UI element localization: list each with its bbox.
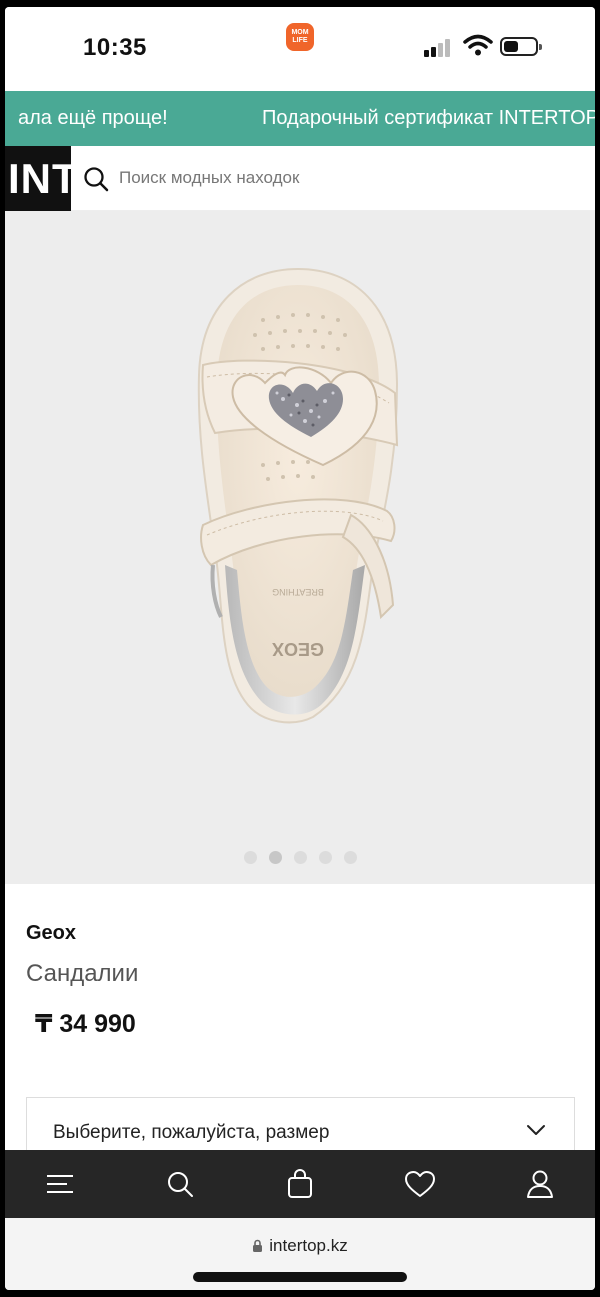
gallery-dot[interactable] <box>343 851 357 864</box>
product-type: Сандалии <box>26 960 139 987</box>
svg-text:BREATHING: BREATHING <box>272 587 324 597</box>
gallery-pagination <box>5 851 595 864</box>
site-header: INTERTOP <box>5 146 595 211</box>
home-indicator[interactable] <box>193 1272 407 1282</box>
cellular-signal-icon <box>424 37 454 57</box>
product-price: ₸ 34 990 <box>35 1010 136 1038</box>
gallery-dot[interactable] <box>243 851 257 864</box>
menu-icon <box>47 1175 73 1193</box>
bottom-navigation <box>5 1150 595 1218</box>
product-brand[interactable]: Geox <box>26 922 76 945</box>
promo-banner[interactable]: ала ещё проще! Подарочный сертификат INT… <box>5 91 595 146</box>
product-gallery[interactable]: GEOX BREATHING <box>5 211 595 884</box>
search-nav-button[interactable] <box>145 1150 215 1218</box>
promo-text-right: Подарочный сертификат INTERTOP <box>262 107 595 129</box>
menu-button[interactable] <box>25 1150 95 1218</box>
chevron-down-icon <box>527 1125 545 1135</box>
cart-button[interactable] <box>265 1150 335 1218</box>
browser-url-bar[interactable]: intertop.kz <box>5 1218 595 1290</box>
wifi-icon <box>463 34 493 56</box>
favorites-button[interactable] <box>385 1150 455 1218</box>
size-select-label: Выберите, пожалуйста, размер <box>53 1122 330 1143</box>
gallery-dot[interactable] <box>293 851 307 864</box>
gallery-dot[interactable] <box>318 851 332 864</box>
bag-icon <box>288 1169 312 1198</box>
heart-icon <box>405 1171 435 1197</box>
gallery-dot-active[interactable] <box>268 851 282 864</box>
url-display[interactable]: intertop.kz <box>5 1236 595 1256</box>
search-icon[interactable] <box>83 166 109 192</box>
phone-screen: 10:35 MOM LIFE ала ещё проще! Подарочный… <box>5 7 595 1290</box>
svg-text:GEOX: GEOX <box>272 639 324 659</box>
product-image-sandal[interactable]: GEOX BREATHING <box>193 265 403 725</box>
url-text: intertop.kz <box>269 1236 348 1255</box>
search-input[interactable] <box>119 164 559 192</box>
user-icon <box>527 1170 553 1198</box>
promo-text-left: ала ещё проще! <box>18 107 168 129</box>
status-bar: 10:35 MOM LIFE <box>5 7 595 91</box>
battery-icon <box>500 37 542 56</box>
lock-icon <box>253 1239 263 1252</box>
profile-button[interactable] <box>505 1150 575 1218</box>
intertop-logo[interactable]: INTERTOP <box>5 146 71 211</box>
search-icon <box>168 1172 193 1197</box>
status-time: 10:35 <box>83 34 147 61</box>
momlife-app-icon: MOM LIFE <box>286 23 314 51</box>
